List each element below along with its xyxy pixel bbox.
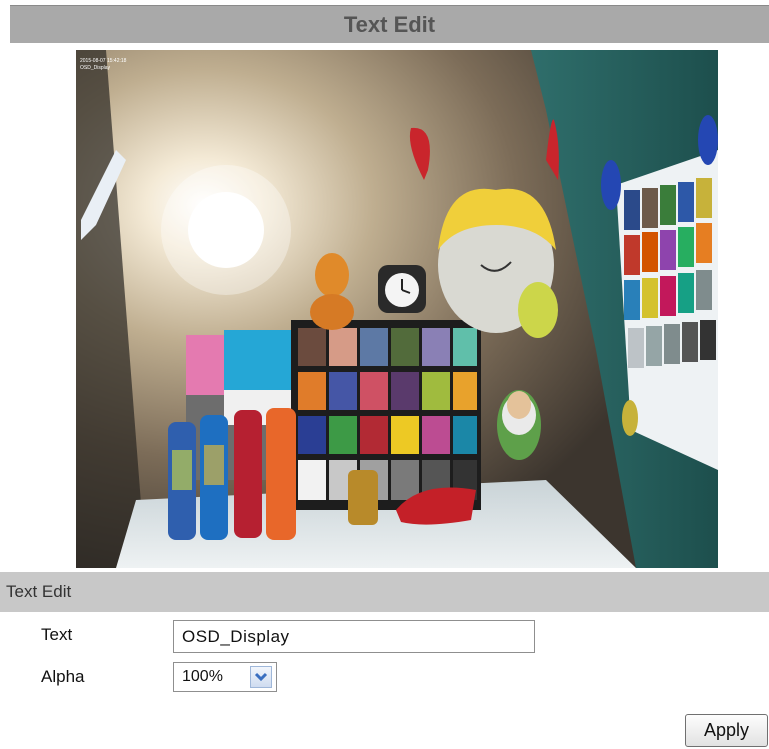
page-title-bar: Text Edit xyxy=(10,5,769,43)
chevron-down-icon[interactable] xyxy=(250,666,272,688)
alpha-select-value: 100% xyxy=(182,668,223,685)
osd-display-text: OSD_Display xyxy=(80,65,111,71)
osd-timestamp-text: 2015-08-07 15:42:18 xyxy=(80,58,127,64)
osd-text-input[interactable] xyxy=(173,620,535,653)
text-edit-section-header: Text Edit xyxy=(0,572,769,612)
alpha-select[interactable]: 100% xyxy=(173,662,277,692)
apply-button[interactable]: Apply xyxy=(685,714,768,747)
text-field-label: Text xyxy=(41,625,73,644)
camera-preview: 2015-08-07 15:42:18 OSD_Display xyxy=(76,50,718,568)
page-title: Text Edit xyxy=(343,11,436,37)
camera-preview-image: 2015-08-07 15:42:18 OSD_Display xyxy=(76,50,718,568)
alpha-field-label: Alpha xyxy=(41,667,85,686)
section-title: Text Edit xyxy=(6,582,72,601)
